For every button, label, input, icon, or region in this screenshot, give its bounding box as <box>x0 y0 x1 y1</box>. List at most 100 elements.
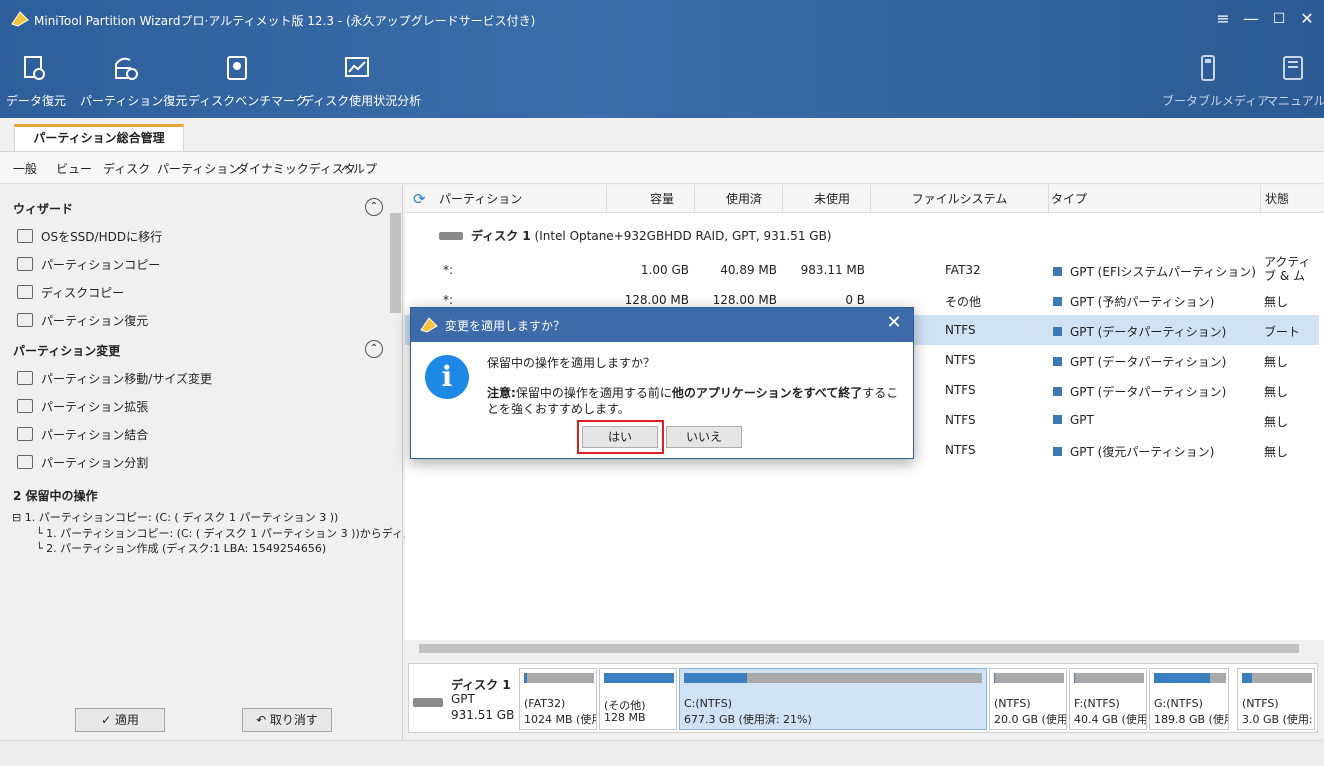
migrate-os-icon <box>17 229 33 243</box>
disk-benchmark-icon <box>227 56 247 80</box>
toolbar-partition-recovery[interactable]: パーティション復元 <box>80 54 187 109</box>
tab-partition-management[interactable]: パーティション総合管理 <box>14 124 184 152</box>
usage-fill <box>1074 673 1076 683</box>
type-color-icon <box>1053 297 1062 306</box>
partition-block-size: 189.8 GB (使用 <box>1154 713 1229 726</box>
toolbar-manual[interactable]: マニュアル <box>1266 54 1324 109</box>
cell-type: GPT <box>1070 413 1094 427</box>
toolbar-label: ブータブルメディア <box>1162 94 1270 108</box>
left-scroll-thumb[interactable] <box>390 213 401 313</box>
disk-title: ディスク 1 <box>471 229 531 243</box>
cell-type: GPT (データパーティション) <box>1070 325 1227 339</box>
partition-block[interactable]: F:(NTFS) 40.4 GB (使用 <box>1069 668 1147 730</box>
menu-icon[interactable]: ≡ <box>1210 8 1236 30</box>
hscroll-thumb[interactable] <box>419 644 1299 653</box>
change-item[interactable]: パーティション拡張 <box>17 398 148 415</box>
col-unused[interactable]: 未使用 <box>783 185 871 213</box>
menu-help[interactable]: ヘルプ <box>341 160 377 177</box>
col-capacity[interactable]: 容量 <box>607 185 695 213</box>
disk-map-label[interactable]: ディスク 1 GPT 931.51 GB <box>409 664 517 732</box>
disk-map-name: ディスク 1 <box>451 678 511 692</box>
dialog-title: 変更を適用しますか？ <box>445 319 566 333</box>
toolbar-disk-benchmark[interactable]: ディスクベンチマーク <box>188 54 307 109</box>
undo-button[interactable]: ↶ 取り消す <box>242 708 332 732</box>
disk-map-size: 931.51 GB <box>451 708 515 722</box>
col-used[interactable]: 使用済 <box>695 185 783 213</box>
toolbar-bootable-media[interactable]: ブータブルメディア <box>1162 54 1270 109</box>
cell-status: 無し <box>1264 385 1289 399</box>
warn-label: 注意: <box>487 386 516 400</box>
cell-filesystem: その他 <box>945 295 982 309</box>
col-partition[interactable]: パーティション <box>439 185 607 213</box>
wizard-item[interactable]: パーティション復元 <box>17 312 148 329</box>
apply-button[interactable]: ✓ 適用 <box>75 708 165 732</box>
type-color-icon <box>1053 447 1062 456</box>
menu-dynamic-disk[interactable]: ダイナミックディスク <box>237 160 356 177</box>
no-button[interactable]: いいえ <box>666 426 742 448</box>
change-item-label: パーティション結合 <box>41 428 149 442</box>
col-filesystem[interactable]: ファイルシステム <box>871 185 1049 213</box>
pending-op[interactable]: └ 2. パーティション作成 (ディスク:1 LBA: 1549254656) <box>36 540 326 556</box>
col-type[interactable]: タイプ <box>1049 185 1261 213</box>
pending-op-label: 2. パーティション作成 (ディスク:1 LBA: 1549254656) <box>46 542 327 555</box>
type-color-icon <box>1053 327 1062 336</box>
partition-block-fs: G:(NTFS) <box>1154 697 1203 710</box>
cell-filesystem: NTFS <box>945 353 976 367</box>
partition-block[interactable]: (NTFS) 20.0 GB (使用 <box>989 668 1067 730</box>
maximize-button[interactable]: ☐ <box>1266 8 1292 30</box>
yes-button[interactable]: はい <box>582 426 658 448</box>
type-color-icon <box>1053 387 1062 396</box>
partition-block-selected[interactable]: C:(NTFS) 677.3 GB (使用済: 21%) <box>679 668 987 730</box>
minimize-button[interactable]: — <box>1238 8 1264 30</box>
wizard-item[interactable]: OSをSSD/HDDに移行 <box>17 228 162 245</box>
table-hscrollbar[interactable] <box>405 640 1324 656</box>
type-color-icon <box>1053 415 1062 424</box>
partition-block-size: 3.0 GB (使用: <box>1242 713 1313 726</box>
pending-op-label: 1. パーティションコピー: (C: ( ディスク 1 パーティション 3 )) <box>24 511 339 524</box>
apply-changes-dialog: 変更を適用しますか？ ✕ i 保留中の操作を適用しますか？ 注意:保留中の操作を… <box>410 307 914 459</box>
change-item-label: パーティション分割 <box>41 456 149 470</box>
disk-row[interactable]: ディスク 1 (Intel Optane+932GBHDD RAID, GPT,… <box>439 227 831 244</box>
cell-type: GPT (データパーティション) <box>1070 355 1227 369</box>
menu-general[interactable]: 一般 <box>13 160 37 177</box>
partition-block-fs: (FAT32) <box>524 697 566 710</box>
partition-block[interactable]: G:(NTFS) 189.8 GB (使用 <box>1149 668 1229 730</box>
partition-block-fs: C:(NTFS) <box>684 697 733 710</box>
wizard-item[interactable]: ディスクコピー <box>17 284 124 301</box>
change-item[interactable]: パーティション分割 <box>17 454 148 471</box>
cell-filesystem: NTFS <box>945 413 976 427</box>
dialog-close-button[interactable]: ✕ <box>883 312 905 333</box>
disk-desc: (Intel Optane+932GBHDD RAID, GPT, 931.51… <box>530 229 832 243</box>
collapse-change-icon[interactable]: ⌃ <box>365 340 383 358</box>
menu-partition[interactable]: パーティション <box>157 160 240 177</box>
change-item[interactable]: パーティション結合 <box>17 426 148 443</box>
change-item[interactable]: パーティション移動/サイズ変更 <box>17 370 212 387</box>
menu-disk[interactable]: ディスク <box>103 160 150 177</box>
disk-copy-icon <box>17 285 33 299</box>
pending-op[interactable]: ⊟ 1. パーティションコピー: (C: ( ディスク 1 パーティション 3 … <box>12 509 338 525</box>
hdd-icon <box>439 232 463 240</box>
toolbar-data-recovery[interactable]: データ復元 <box>6 54 66 109</box>
table-row[interactable]: *: 1.00 GB 40.89 MB 983.11 MB FAT32 GPT … <box>405 255 1319 285</box>
cell-filesystem: NTFS <box>945 443 976 457</box>
refresh-icon[interactable]: ⟳ <box>413 185 433 213</box>
pending-op[interactable]: └ 1. パーティションコピー: (C: ( ディスク 1 パーティション 3 … <box>36 525 443 541</box>
pending-op-label: 1. パーティションコピー: (C: ( ディスク 1 パーティション 3 ))… <box>46 527 443 540</box>
dialog-titlebar: 変更を適用しますか？ ✕ <box>411 308 913 342</box>
wizard-item[interactable]: パーティションコピー <box>17 256 160 273</box>
change-item-label: パーティション拡張 <box>41 400 149 414</box>
close-button[interactable]: ✕ <box>1294 8 1320 30</box>
partition-block[interactable]: (FAT32) 1024 MB (使用 <box>519 668 597 730</box>
partition-block[interactable]: (NTFS) 3.0 GB (使用: <box>1237 668 1315 730</box>
data-recovery-icon <box>24 56 45 80</box>
manual-icon <box>1283 56 1303 80</box>
cell-used: 128.00 MB <box>712 293 777 307</box>
menu-view[interactable]: ビュー <box>56 160 92 177</box>
partition-block[interactable]: (その他) 128 MB <box>599 668 677 730</box>
toolbar-space-analyzer[interactable]: ディスク使用状況分析 <box>302 54 421 109</box>
cell-type: GPT (データパーティション) <box>1070 385 1227 399</box>
cell-status: 無し <box>1264 355 1289 369</box>
collapse-wizard-icon[interactable]: ⌃ <box>365 198 383 216</box>
col-status[interactable]: 状態 <box>1261 185 1324 213</box>
app-logo-icon <box>11 11 29 27</box>
